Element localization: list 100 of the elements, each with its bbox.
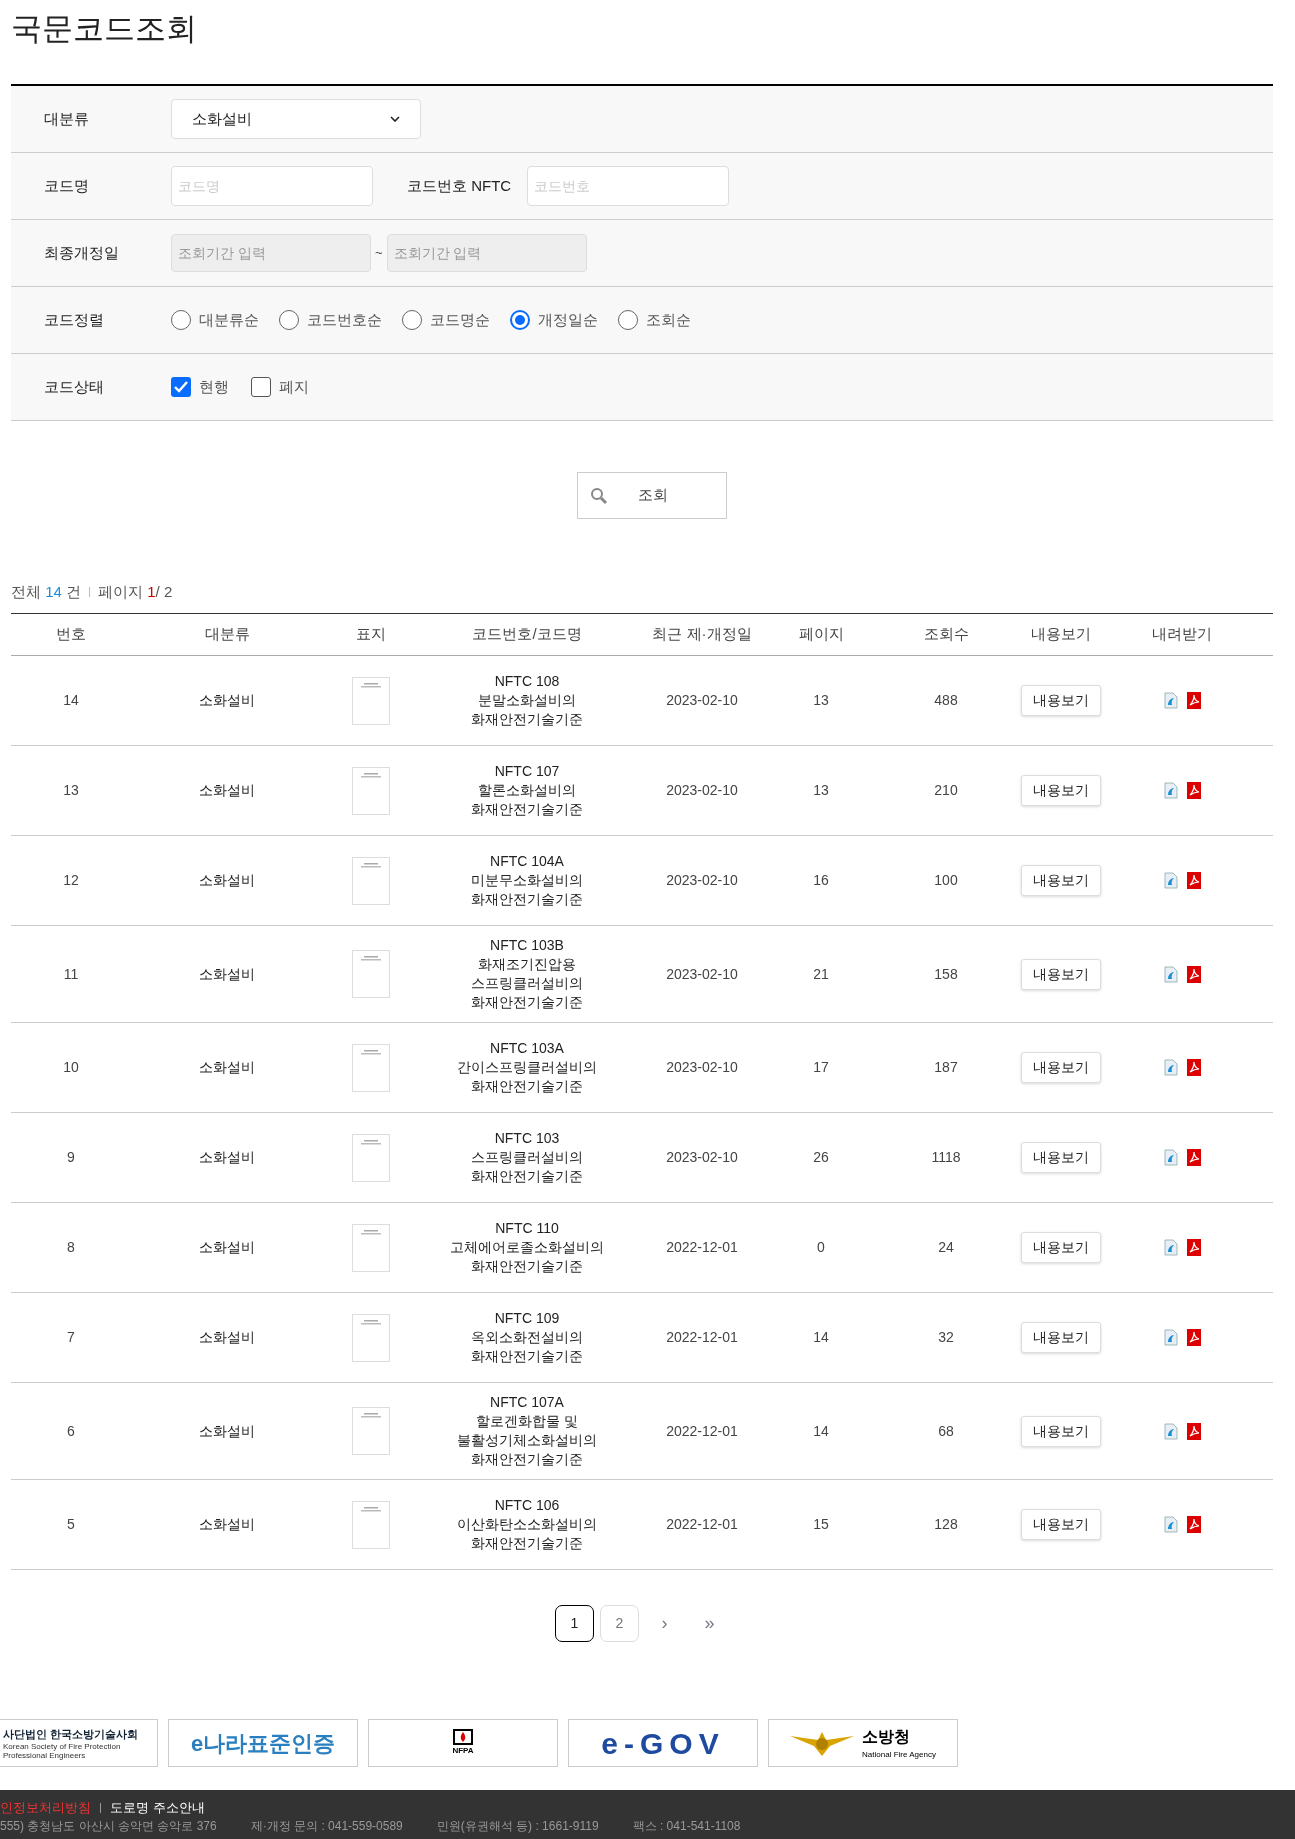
pdf-icon[interactable] xyxy=(1186,1329,1201,1346)
view-content-button[interactable]: 내용보기 xyxy=(1021,685,1101,716)
table-cell-text: 소화설비 xyxy=(198,781,256,800)
table-cell-text: 24 xyxy=(937,1238,955,1257)
view-content-button[interactable]: 내용보기 xyxy=(1021,1142,1101,1173)
pdf-icon[interactable] xyxy=(1186,1239,1201,1256)
table-cell-text: 2022-12-01 xyxy=(665,1421,739,1441)
page-indicator: 페이지 1/ 2 xyxy=(98,581,173,602)
page-button[interactable]: 1 xyxy=(555,1604,594,1642)
document-icon[interactable] xyxy=(1163,1059,1178,1076)
code-name: 고체에어로졸소화설비의 xyxy=(450,1238,604,1257)
logo[interactable]: 소방청 National Fire Agency xyxy=(768,1719,958,1767)
page-button[interactable]: 2 xyxy=(600,1604,639,1642)
table-cell-text: 0 xyxy=(816,1238,826,1257)
table-cell-text: 소화설비 xyxy=(198,1515,256,1534)
footer-link[interactable]: 도로명 주소안내 xyxy=(110,1800,205,1816)
view-content-button[interactable]: 내용보기 xyxy=(1021,1415,1101,1447)
view-content-button[interactable]: 내용보기 xyxy=(1021,775,1101,806)
code-name: 불활성기체소화설비의 xyxy=(457,1431,597,1450)
document-icon[interactable] xyxy=(1163,1422,1178,1440)
table-cell-text: 14 xyxy=(812,1328,830,1347)
code-number: NFTC 103A xyxy=(490,1039,564,1058)
column-header: 내려받기 xyxy=(1151,624,1213,645)
footer-info: 민원(유권해석 등) : 1661-9119 xyxy=(436,1819,599,1834)
table-cell-text: 소화설비 xyxy=(198,871,256,890)
code-name: 화재안전기술기준 xyxy=(471,1077,583,1096)
field-label: 코드번호 NFTC xyxy=(407,175,512,196)
code-name: 미분무소화설비의 xyxy=(471,871,583,890)
document-thumbnail xyxy=(352,1500,390,1549)
footer-info: 팩스 : 041-541-1108 xyxy=(632,1819,741,1834)
document-icon[interactable] xyxy=(1163,1329,1178,1346)
document-thumbnail xyxy=(352,856,390,905)
pdf-icon[interactable] xyxy=(1186,1516,1201,1533)
date-from-field[interactable]: 조회기간 입력 xyxy=(171,234,371,272)
table-cell-text: 5 xyxy=(66,1515,76,1534)
view-content-button[interactable]: 내용보기 xyxy=(1021,1232,1101,1263)
table-cell-text: 14 xyxy=(62,691,80,710)
document-icon[interactable] xyxy=(1163,1516,1178,1533)
sort-radio[interactable]: 코드번호순 xyxy=(279,308,382,332)
sort-radio[interactable]: 개정일순 xyxy=(510,308,598,332)
table-cell-text: 13 xyxy=(62,781,80,800)
pdf-icon[interactable] xyxy=(1186,692,1201,709)
field-label: 코드명 xyxy=(43,175,90,196)
code-name: 할로겐화합물 및 xyxy=(476,1412,578,1431)
view-content-button[interactable]: 내용보기 xyxy=(1021,1322,1101,1353)
document-icon[interactable] xyxy=(1163,1149,1178,1166)
code-number: NFTC 109 xyxy=(494,1309,560,1328)
table-cell-text: 2022-12-01 xyxy=(665,1238,739,1257)
logo-text: 소방청 xyxy=(862,1727,912,1747)
view-content-button[interactable]: 내용보기 xyxy=(1021,1509,1101,1540)
view-content-button[interactable]: 내용보기 xyxy=(1021,958,1101,990)
table-cell-text: 15 xyxy=(812,1515,830,1534)
pdf-icon[interactable] xyxy=(1186,1149,1201,1166)
table-cell-text: 7 xyxy=(66,1328,76,1347)
status-checkbox[interactable]: 현행 xyxy=(171,375,229,399)
column-header: 코드번호/코드명 xyxy=(471,624,583,645)
code-name: 스프링클러설비의 xyxy=(471,1148,583,1167)
table-cell-text: 소화설비 xyxy=(198,1148,256,1167)
logo[interactable]: 사단법인 한국소방기술사회 Korean Society of Fire Protection Professional Engineers xyxy=(0,1719,158,1767)
next-page-button[interactable]: › xyxy=(645,1604,684,1642)
status-checkbox[interactable]: 폐지 xyxy=(251,375,309,399)
pdf-icon[interactable] xyxy=(1186,1059,1201,1076)
pdf-icon[interactable] xyxy=(1186,872,1201,889)
document-icon[interactable] xyxy=(1163,782,1178,799)
logo[interactable]: e-GOV xyxy=(568,1719,758,1767)
table-cell-text: 26 xyxy=(812,1148,830,1167)
logo-subtitle: Korean Society of Fire Protection Professional Engineers xyxy=(3,1742,122,1761)
table-cell-text: 2022-12-01 xyxy=(665,1515,739,1534)
view-content-button[interactable]: 내용보기 xyxy=(1021,1052,1101,1083)
document-icon[interactable] xyxy=(1163,872,1178,889)
search-button[interactable]: 조회 xyxy=(577,472,727,519)
column-header: 조회수 xyxy=(922,624,970,645)
column-header: 대분류 xyxy=(203,624,251,645)
sort-radio[interactable]: 조회순 xyxy=(618,308,691,332)
category-select[interactable]: 소화설비 xyxy=(171,99,421,139)
document-thumbnail xyxy=(352,1133,390,1182)
view-content-button[interactable]: 내용보기 xyxy=(1021,865,1101,896)
pdf-icon[interactable] xyxy=(1186,965,1201,983)
total-count: 전체 14 건 xyxy=(11,581,82,602)
document-icon[interactable] xyxy=(1163,1239,1178,1256)
logo[interactable]: NFPA xyxy=(368,1719,558,1767)
column-header: 최근 제·개정일 xyxy=(651,624,753,645)
table-cell-text: 488 xyxy=(933,691,959,710)
table-cell-text: 13 xyxy=(812,781,830,800)
document-thumbnail xyxy=(352,950,390,998)
document-icon[interactable] xyxy=(1163,965,1178,983)
logo[interactable]: e나라표준인증 xyxy=(168,1719,358,1767)
document-icon[interactable] xyxy=(1163,692,1178,709)
code-name: 할론소화설비의 xyxy=(478,781,576,800)
sort-radio[interactable]: 대분류순 xyxy=(171,308,259,332)
last-page-button[interactable]: » xyxy=(690,1604,729,1642)
table-cell-text: 14 xyxy=(812,1421,830,1441)
code-name: 화재안전기술기준 xyxy=(471,800,583,819)
sort-radio[interactable]: 코드명순 xyxy=(402,308,490,332)
pdf-icon[interactable] xyxy=(1186,782,1201,799)
date-to-field[interactable]: 조회기간 입력 xyxy=(386,234,587,272)
footer-info: 555) 충청남도 아산시 송악면 송악로 376 xyxy=(0,1819,217,1834)
code-name: 화재안전기술기준 xyxy=(471,1167,583,1186)
pdf-icon[interactable] xyxy=(1186,1422,1201,1440)
table-cell-text: 128 xyxy=(933,1515,959,1534)
